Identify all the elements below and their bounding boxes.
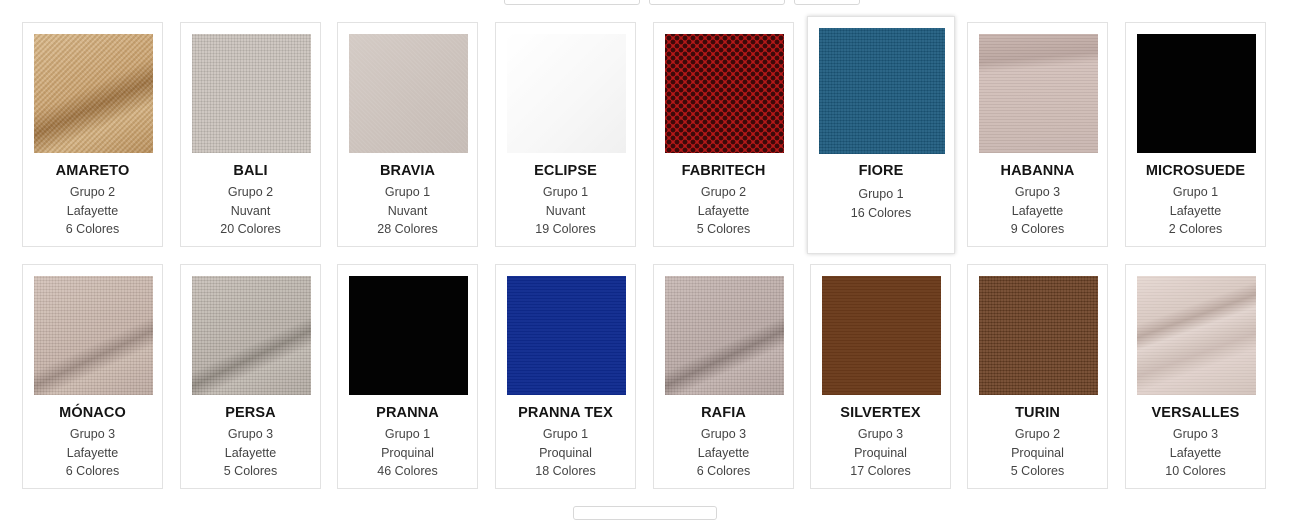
fabric-name: PRANNA — [376, 405, 439, 421]
fabric-swatch[interactable] — [822, 276, 941, 395]
fabric-group: Grupo 1 — [542, 427, 589, 441]
fabric-name: MICROSUEDE — [1145, 163, 1246, 179]
fabric-swatch[interactable] — [665, 276, 784, 395]
fabric-card-pranna-tex[interactable]: PRANNA TEX Grupo 1 Proquinal 18 Colores — [495, 264, 636, 489]
fabric-color-count: 2 Colores — [1168, 222, 1223, 236]
fabric-card-silvertex[interactable]: SILVERTEX Grupo 3 Proquinal 17 Colores — [810, 264, 951, 489]
filter-dropdown-2[interactable] — [649, 0, 785, 5]
fabric-group: Grupo 3 — [857, 427, 904, 441]
fabric-card-amareto[interactable]: AMARETO Grupo 2 Lafayette 6 Colores — [22, 22, 163, 247]
fabric-color-count: 20 Colores — [220, 222, 281, 236]
fabric-swatch[interactable] — [192, 34, 311, 153]
fabric-name: BRAVIA — [379, 163, 436, 179]
fabric-card-rafia[interactable]: RAFIA Grupo 3 Lafayette 6 Colores — [653, 264, 794, 489]
fabric-color-count: 6 Colores — [65, 222, 120, 236]
fabric-color-count: 28 Colores — [377, 222, 438, 236]
fabric-card-microsuede[interactable]: MICROSUEDE Grupo 1 Lafayette 2 Colores — [1125, 22, 1266, 247]
fabric-color-count: 17 Colores — [850, 464, 911, 478]
fabric-group: Grupo 3 — [227, 427, 274, 441]
fabric-brand: Lafayette — [1011, 204, 1064, 218]
fabric-card-pranna[interactable]: PRANNA Grupo 1 Proquinal 46 Colores — [337, 264, 478, 489]
fabric-group: Grupo 1 — [384, 185, 431, 199]
fabric-color-count: 16 Colores — [850, 206, 912, 220]
fabric-name: PRANNA TEX — [518, 405, 613, 421]
fabric-swatch[interactable] — [507, 276, 626, 395]
fabric-brand: Lafayette — [697, 204, 750, 218]
fabric-color-count: 10 Colores — [1165, 464, 1226, 478]
fabric-swatch[interactable] — [34, 34, 153, 153]
fabric-brand: Nuvant — [545, 204, 586, 218]
fabric-card-fabritech[interactable]: FABRITECH Grupo 2 Lafayette 5 Colores — [653, 22, 794, 247]
fabric-color-count: 5 Colores — [1010, 464, 1065, 478]
fabric-brand: Nuvant — [230, 204, 271, 218]
fabric-swatch[interactable] — [1137, 276, 1256, 395]
fabric-swatch[interactable] — [665, 34, 784, 153]
fabric-name: HABANNA — [1000, 163, 1075, 179]
fabric-group: Grupo 1 — [384, 427, 431, 441]
fabric-brand: Lafayette — [66, 446, 119, 460]
fabric-brand: Nuvant — [387, 204, 428, 218]
fabric-name: VERSALLES — [1151, 405, 1240, 421]
fabric-name: SILVERTEX — [840, 405, 921, 421]
fabric-name: FABRITECH — [681, 163, 766, 179]
fabric-card-bali[interactable]: BALI Grupo 2 Nuvant 20 Colores — [180, 22, 321, 247]
fabric-card-fiore[interactable]: FIORE Grupo 1 16 Colores — [807, 16, 955, 254]
fabric-group: Grupo 2 — [700, 185, 747, 199]
fabric-color-count: 6 Colores — [65, 464, 120, 478]
fabric-swatch[interactable] — [192, 276, 311, 395]
load-more-button[interactable] — [573, 506, 717, 520]
fabric-color-count: 18 Colores — [535, 464, 596, 478]
fabric-group: Grupo 1 — [542, 185, 589, 199]
fabric-brand: Lafayette — [1169, 204, 1222, 218]
fabric-card-monaco[interactable]: MÓNACO Grupo 3 Lafayette 6 Colores — [22, 264, 163, 489]
fabric-brand: Proquinal — [1011, 446, 1064, 460]
fabric-color-count: 9 Colores — [1010, 222, 1065, 236]
fabric-swatch[interactable] — [979, 276, 1098, 395]
fabric-group: Grupo 3 — [69, 427, 116, 441]
fabric-brand: Proquinal — [381, 446, 434, 460]
fabric-swatch[interactable] — [507, 34, 626, 153]
fabric-color-count: 5 Colores — [223, 464, 278, 478]
fabric-group: Grupo 3 — [700, 427, 747, 441]
filter-button[interactable] — [794, 0, 860, 5]
fabric-swatch[interactable] — [349, 276, 468, 395]
fabric-card-turin[interactable]: TURIN Grupo 2 Proquinal 5 Colores — [967, 264, 1108, 489]
fabric-card-eclipse[interactable]: ECLIPSE Grupo 1 Nuvant 19 Colores — [495, 22, 636, 247]
fabric-swatch[interactable] — [34, 276, 153, 395]
fabric-brand: Lafayette — [1169, 446, 1222, 460]
fabric-group: Grupo 2 — [69, 185, 116, 199]
fabric-name: AMARETO — [55, 163, 130, 179]
fabric-card-bravia[interactable]: BRAVIA Grupo 1 Nuvant 28 Colores — [337, 22, 478, 247]
fabric-name: BALI — [233, 163, 268, 179]
fabric-brand: Lafayette — [224, 446, 277, 460]
fabric-group: Grupo 3 — [1014, 185, 1061, 199]
fabric-name: MÓNACO — [59, 405, 126, 421]
filter-dropdown-1[interactable] — [504, 0, 640, 5]
fabric-name: PERSA — [225, 405, 276, 421]
fabric-brand: Lafayette — [66, 204, 119, 218]
fabric-swatch[interactable] — [1137, 34, 1256, 153]
fabric-group: Grupo 2 — [1014, 427, 1061, 441]
fabric-card-habanna[interactable]: HABANNA Grupo 3 Lafayette 9 Colores — [967, 22, 1108, 247]
fabric-group: Grupo 1 — [1172, 185, 1219, 199]
fabric-card-persa[interactable]: PERSA Grupo 3 Lafayette 5 Colores — [180, 264, 321, 489]
fabric-color-count: 5 Colores — [696, 222, 751, 236]
fabric-swatch[interactable] — [819, 28, 945, 154]
fabric-name: FIORE — [858, 163, 904, 179]
fabric-color-count: 46 Colores — [377, 464, 438, 478]
fabric-color-count: 6 Colores — [696, 464, 751, 478]
fabric-group: Grupo 2 — [227, 185, 274, 199]
fabric-swatch[interactable] — [349, 34, 468, 153]
fabric-brand: Lafayette — [697, 446, 750, 460]
fabric-group: Grupo 1 — [858, 187, 904, 201]
fabric-name: TURIN — [1015, 405, 1060, 421]
fabric-brand: Proquinal — [539, 446, 592, 460]
fabric-swatch[interactable] — [979, 34, 1098, 153]
fabric-card-versalles[interactable]: VERSALLES Grupo 3 Lafayette 10 Colores — [1125, 264, 1266, 489]
fabric-name: RAFIA — [701, 405, 746, 421]
fabric-color-count: 19 Colores — [535, 222, 596, 236]
fabric-name: ECLIPSE — [534, 163, 597, 179]
fabric-group: Grupo 3 — [1172, 427, 1219, 441]
fabric-brand: Proquinal — [854, 446, 907, 460]
